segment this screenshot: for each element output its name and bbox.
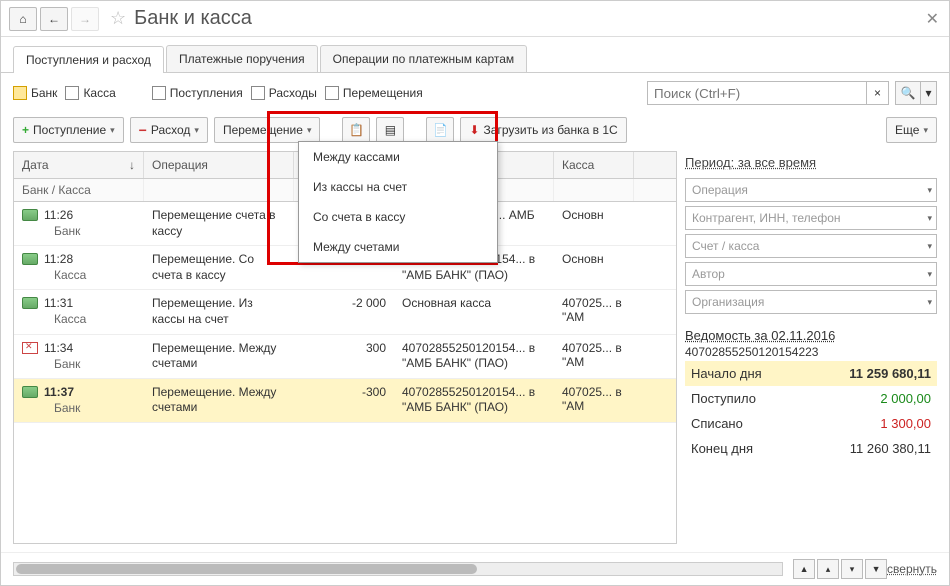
- filter-bank[interactable]: Банк: [13, 86, 57, 100]
- transfer-menu-item[interactable]: Из кассы на счет: [299, 172, 497, 202]
- filter-transfers[interactable]: Перемещения: [325, 86, 423, 100]
- forward-button[interactable]: →: [71, 7, 99, 31]
- cell-operation: Перемещение. Между счетами: [144, 335, 294, 378]
- nav-last-icon[interactable]: ▼: [865, 559, 887, 579]
- col-date[interactable]: Дата ↓: [14, 152, 144, 178]
- search-clear-button[interactable]: ×: [867, 81, 889, 105]
- search-input[interactable]: [647, 81, 867, 105]
- cell-bank-kassa: Касса: [22, 268, 136, 282]
- cell-sum: -300: [294, 379, 394, 422]
- cell-bank-kassa: Банк: [22, 224, 136, 238]
- filter-outgoing[interactable]: Расходы: [251, 86, 317, 100]
- cell-bank-kassa: Касса: [22, 312, 136, 326]
- app-window: ⌂ ← → ☆ Банк и касса ✕ Поступления и рас…: [0, 0, 950, 586]
- back-button[interactable]: ←: [40, 7, 68, 31]
- cell-kassa: Основн: [554, 246, 634, 289]
- search-dropdown[interactable]: ▾: [921, 81, 937, 105]
- search-box: × 🔍 ▾: [647, 81, 937, 105]
- page-title: Банк и касса: [134, 7, 252, 30]
- cell-time: 11:34: [44, 341, 73, 355]
- cell-kassa: 407025... в "АМ: [554, 379, 634, 422]
- filter-incoming[interactable]: Поступления: [152, 86, 243, 100]
- transfer-menu-item[interactable]: Со счета в кассу: [299, 202, 497, 232]
- stmt-end: Конец дня11 260 380,11: [685, 436, 937, 461]
- cell-time: 11:26: [44, 208, 73, 222]
- transfer-menu-item[interactable]: Между счетами: [299, 232, 497, 262]
- nav-down-icon[interactable]: ▾: [841, 559, 863, 579]
- statement-title[interactable]: Ведомость за 02.11.2016: [685, 328, 937, 343]
- cell-sum: 300: [294, 335, 394, 378]
- cell-time: 11:31: [44, 296, 73, 310]
- tab-flow[interactable]: Поступления и расход: [13, 46, 164, 73]
- income-button[interactable]: +Поступление▾: [13, 117, 124, 143]
- cell-kassa: 407025... в "АМ: [554, 335, 634, 378]
- status-icon: [22, 209, 38, 221]
- collapse-link[interactable]: свернуть: [887, 562, 937, 576]
- tab-bar: Поступления и расход Платежные поручения…: [1, 37, 949, 73]
- cell-where: 40702855250120154... в "АМБ БАНК" (ПАО): [394, 379, 554, 422]
- status-icon: [22, 386, 38, 398]
- status-icon: [22, 253, 38, 265]
- expense-button[interactable]: −Расход▾: [130, 117, 208, 143]
- col-kassa[interactable]: Касса: [554, 152, 634, 178]
- cell-operation: Перемещение счета в кассу: [144, 202, 294, 245]
- cell-where: 40702855250120154... в "АМБ БАНК" (ПАО): [394, 335, 554, 378]
- transfer-menu-item[interactable]: Между кассами: [299, 142, 497, 172]
- cell-where: Основная касса: [394, 290, 554, 333]
- status-icon: [22, 342, 38, 354]
- row-nav: ▲ ▴ ▾ ▼: [793, 559, 887, 579]
- cell-bank-kassa: Банк: [22, 401, 136, 415]
- stmt-incoming: Поступило2 000,00: [685, 386, 937, 411]
- cell-operation: Перемещение. Из кассы на счет: [144, 290, 294, 333]
- home-button[interactable]: ⌂: [9, 7, 37, 31]
- load-bank-button[interactable]: ⬇Загрузить из банка в 1С: [460, 117, 626, 143]
- stmt-start: Начало дня11 259 680,11: [685, 361, 937, 386]
- cell-time: 11:28: [44, 252, 73, 266]
- tab-card-ops[interactable]: Операции по платежным картам: [320, 45, 528, 72]
- toolbar: +Поступление▾ −Расход▾ Перемещение▾ 📋 ▤ …: [1, 113, 949, 151]
- account-number: 40702855250120154223: [685, 343, 937, 361]
- transfer-menu: Между кассами Из кассы на счет Со счета …: [298, 141, 498, 263]
- filter-author[interactable]: Автор▾: [685, 262, 937, 286]
- favorite-icon[interactable]: ☆: [110, 8, 126, 29]
- copy-icon[interactable]: 📋: [342, 117, 370, 143]
- cell-kassa: Основн: [554, 202, 634, 245]
- doc-icon[interactable]: 📄: [426, 117, 454, 143]
- table-row[interactable]: 11:31 Касса Перемещение. Из кассы на счет-…: [14, 290, 676, 334]
- statement-block: Ведомость за 02.11.2016 4070285525012015…: [685, 324, 937, 461]
- cell-bank-kassa: Банк: [22, 357, 136, 371]
- filter-account[interactable]: Счет / касса▾: [685, 234, 937, 258]
- cell-operation: Перемещение. Со счета в кассу: [144, 246, 294, 289]
- transfer-button[interactable]: Перемещение▾: [214, 117, 321, 143]
- more-button[interactable]: Еще▾: [886, 117, 937, 143]
- cell-sum: -2 000: [294, 290, 394, 333]
- nav-first-icon[interactable]: ▲: [793, 559, 815, 579]
- filter-operation[interactable]: Операция▾: [685, 178, 937, 202]
- filter-organization[interactable]: Организация▾: [685, 290, 937, 314]
- h-scrollbar[interactable]: [13, 562, 783, 576]
- table-row[interactable]: 11:34БанкПеремещение. Между счетами30040…: [14, 335, 676, 379]
- filter-kassa[interactable]: Касса: [65, 86, 115, 100]
- table-row[interactable]: 11:37БанкПеремещение. Между счетами-3004…: [14, 379, 676, 423]
- col-operation[interactable]: Операция: [144, 152, 294, 178]
- footer: ▲ ▴ ▾ ▼ свернуть: [1, 552, 949, 585]
- close-icon[interactable]: ✕: [926, 9, 939, 29]
- subcol-bank-kassa: Банк / Касса: [14, 179, 144, 201]
- search-button[interactable]: 🔍: [895, 81, 921, 105]
- cell-kassa: 407025... в "АМ: [554, 290, 634, 333]
- cell-operation: Перемещение. Между счетами: [144, 379, 294, 422]
- titlebar: ⌂ ← → ☆ Банк и касса ✕: [1, 1, 949, 37]
- list-icon[interactable]: ▤: [376, 117, 404, 143]
- filter-bar: Банк Касса Поступления Расходы Перемещен…: [1, 73, 949, 113]
- period-title[interactable]: Период: за все время: [685, 151, 937, 174]
- filter-counterparty[interactable]: Контрагент, ИНН, телефон▾: [685, 206, 937, 230]
- cell-time: 11:37: [44, 385, 74, 399]
- stmt-outgoing: Списано1 300,00: [685, 411, 937, 436]
- nav-up-icon[interactable]: ▴: [817, 559, 839, 579]
- status-icon: [22, 297, 38, 309]
- side-panel: Период: за все время Операция▾ Контраген…: [685, 151, 937, 544]
- tab-payments[interactable]: Платежные поручения: [166, 45, 318, 72]
